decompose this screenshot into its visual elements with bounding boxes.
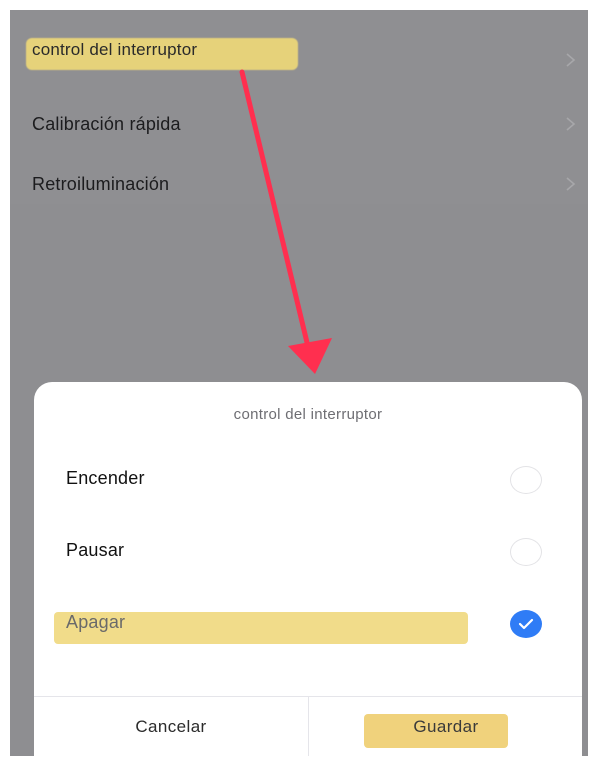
checkmark-icon — [518, 618, 534, 630]
option-encender[interactable]: Encender — [34, 454, 582, 506]
settings-item-label: Calibración rápida — [32, 114, 181, 134]
settings-item-label: control del interruptor — [32, 40, 198, 59]
chevron-right-icon — [566, 117, 576, 131]
option-label: Apagar — [66, 612, 126, 632]
option-apagar[interactable]: Apagar — [34, 598, 582, 650]
option-label: Encender — [66, 468, 145, 488]
settings-item-quick-calibration[interactable]: Calibración rápida — [10, 96, 588, 156]
chevron-right-icon — [566, 53, 576, 67]
option-pausar[interactable]: Pausar — [34, 526, 582, 578]
cancel-button[interactable]: Cancelar — [34, 697, 308, 756]
chevron-right-icon — [566, 177, 576, 191]
option-label: Pausar — [66, 540, 125, 560]
app-screen: control del interruptor Calibración rápi… — [10, 10, 588, 756]
switch-control-dialog: control del interruptor Encender Pausar … — [34, 382, 582, 756]
settings-item-switch-control[interactable]: control del interruptor — [10, 32, 588, 92]
radio-unchecked-icon[interactable] — [510, 538, 542, 566]
dialog-title: control del interruptor — [233, 406, 383, 423]
settings-item-label: Retroiluminación — [32, 174, 170, 194]
settings-item-backlight[interactable]: Retroiluminación — [10, 156, 588, 216]
settings-list: control del interruptor Calibración rápi… — [10, 10, 588, 204]
radio-checked-icon[interactable] — [510, 610, 542, 638]
radio-unchecked-icon[interactable] — [510, 466, 542, 494]
save-button-label: Guardar — [413, 716, 479, 736]
save-button[interactable]: Guardar — [309, 697, 583, 756]
